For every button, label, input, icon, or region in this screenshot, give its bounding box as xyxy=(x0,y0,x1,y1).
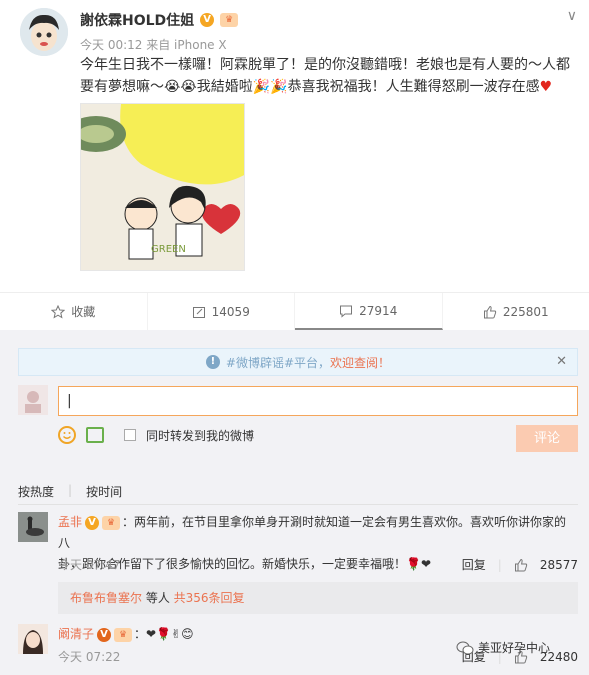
weibo-post: 謝依霖HOLD住姐 V ♛ ∨ 今天 00:12 来自 iPhone X 今年生… xyxy=(0,0,589,292)
reply-button[interactable]: 回复 xyxy=(462,556,486,573)
post-meta: 今天 00:12 来自 iPhone X xyxy=(80,36,227,53)
comment-sort-tabs: 按热度 | 按时间 xyxy=(18,483,122,500)
repost-checkbox[interactable] xyxy=(124,429,136,441)
like-count: 225801 xyxy=(502,304,549,319)
vip-crown-icon[interactable]: ♛ xyxy=(220,13,239,27)
post-time[interactable]: 今天 00:12 xyxy=(80,38,142,52)
thumbs-up-icon xyxy=(483,305,497,318)
image-upload-icon[interactable] xyxy=(86,427,104,443)
post-image[interactable]: GREEN xyxy=(80,103,245,271)
wechat-icon xyxy=(456,641,474,654)
close-icon[interactable]: ✕ xyxy=(556,354,567,369)
comment-time: 今天 07:47 xyxy=(58,558,121,572)
repost-checkbox-label: 同时转发到我的微博 xyxy=(146,428,255,443)
comment-area: ! #微博辟谣#平台， 欢迎查阅！ ✕ | 同时转发到我的微博 评论 按热度 | … xyxy=(0,330,589,675)
replies-summary[interactable]: 布鲁布鲁塞尔 等人 共356条回复 xyxy=(58,582,578,614)
info-icon: ! xyxy=(205,355,220,369)
repost-button[interactable]: 14059 xyxy=(148,293,295,330)
watermark: 美亚好孕中心 xyxy=(456,639,550,656)
comment-count: 27914 xyxy=(359,303,398,318)
replies-user[interactable]: 布鲁布鲁塞尔 xyxy=(70,591,142,605)
like-button[interactable]: 225801 xyxy=(443,293,589,330)
comment-line1: ：❤🌹✌😊 xyxy=(134,627,194,641)
composer-tools: 同时转发到我的微博 xyxy=(58,426,254,444)
divider xyxy=(18,504,578,505)
commenter-name[interactable]: 孟非 xyxy=(58,515,82,529)
vip-crown-icon[interactable]: ♛ xyxy=(114,627,133,642)
author-avatar[interactable] xyxy=(20,8,68,56)
post-action-bar: 收藏 14059 27914 225801 xyxy=(0,292,589,330)
thumbs-up-icon[interactable] xyxy=(514,558,528,572)
rumor-notice-bar: ! #微博辟谣#平台， 欢迎查阅！ ✕ xyxy=(18,348,578,376)
author-name[interactable]: 謝依霖HOLD住姐 xyxy=(80,10,194,30)
post-text: 今年生日我不一樣囉！阿霖脫單了！是的你沒聽錯哦！老娘也是有人要的～人都 要有夢想… xyxy=(80,54,575,98)
verified-icon: V xyxy=(200,13,215,27)
notice-link[interactable]: 欢迎查阅！ xyxy=(330,354,390,371)
verified-icon: V xyxy=(97,627,112,642)
chevron-down-icon[interactable]: ∨ xyxy=(567,8,577,24)
post-source: 来自 iPhone X xyxy=(146,38,227,52)
replies-count-link[interactable]: 共356条回复 xyxy=(174,591,245,605)
tab-sort-hot[interactable]: 按热度 xyxy=(18,483,54,500)
comment-footer: 今天 07:47 回复 | 28577 xyxy=(58,556,578,573)
post-text-line1: 今年生日我不一樣囉！阿霖脫單了！是的你沒聽錯哦！老娘也是有人要的～人都 xyxy=(80,57,570,73)
image-caption: GREEN xyxy=(151,244,186,255)
favorite-button[interactable]: 收藏 xyxy=(0,293,148,330)
comment-like-count: 28577 xyxy=(539,557,578,572)
comment-line1: ：两年前，在节目里拿你单身开涮时就知道一定会有男生喜欢你。喜欢听你讲你家的八 xyxy=(58,515,567,550)
verified-icon: V xyxy=(85,515,100,530)
favorite-label: 收藏 xyxy=(71,305,96,319)
tab-sort-time[interactable]: 按时间 xyxy=(86,483,122,500)
commenter-avatar[interactable] xyxy=(18,624,48,654)
replies-mid: 等人 xyxy=(142,591,174,605)
emoji-icon[interactable] xyxy=(58,426,76,444)
star-icon xyxy=(51,304,66,319)
watermark-text: 美亚好孕中心 xyxy=(478,641,551,655)
comment-icon xyxy=(340,305,353,318)
footer-separator: | xyxy=(497,557,502,572)
heart-emoji: ♥ xyxy=(539,79,553,95)
repost-count: 14059 xyxy=(211,304,250,319)
comment-time: 今天 07:22 xyxy=(58,650,121,664)
submit-comment-button[interactable]: 评论 xyxy=(516,425,578,452)
tab-separator: | xyxy=(68,483,73,497)
vip-crown-icon[interactable]: ♛ xyxy=(102,515,121,530)
commenter-name[interactable]: 阚清子 xyxy=(58,627,94,641)
repost-icon xyxy=(192,306,205,318)
comment-button[interactable]: 27914 xyxy=(295,293,443,330)
comment-input[interactable]: | xyxy=(58,386,578,416)
my-avatar xyxy=(18,385,48,415)
notice-text[interactable]: #微博辟谣#平台， xyxy=(226,354,330,371)
post-text-line2: 要有夢想嘛～😭😭我結婚啦🎉🎉恭喜我祝福我！人生難得怒刷一波存在感 xyxy=(80,79,540,95)
commenter-avatar[interactable] xyxy=(18,512,48,542)
